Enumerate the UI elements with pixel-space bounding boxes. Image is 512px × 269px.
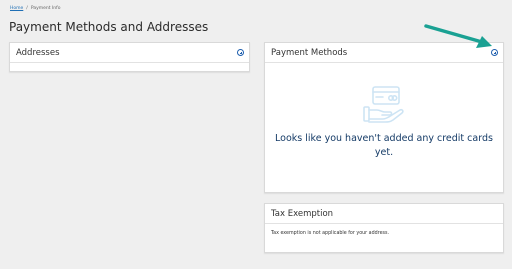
no-credit-cards-message: Looks like you haven't added any credit … [275,133,493,158]
page-title: Payment Methods and Addresses [9,20,209,34]
tax-exemption-message: Tax exemption is not applicable for your… [271,231,390,236]
breadcrumb-home-link[interactable]: Home [10,6,23,11]
credit-card-hand-icon [363,86,404,123]
tax-exemption-title: Tax Exemption [271,208,334,219]
payment-methods-title: Payment Methods [271,47,348,58]
addresses-title: Addresses [16,47,60,58]
tax-exemption-card: Tax Exemption Tax exemption is not appli… [264,203,504,253]
tax-exemption-header: Tax Exemption [265,204,503,224]
breadcrumb-separator: / [26,6,28,11]
payment-methods-card: Payment Methods Looks like you haven't a… [264,42,504,193]
breadcrumb: Home / Payment Info [10,6,60,11]
pointer-arrow-icon [424,24,492,48]
addresses-header: Addresses [10,43,249,63]
payment-empty-state: Looks like you haven't added any credit … [265,85,503,160]
add-address-icon[interactable] [237,49,244,56]
breadcrumb-current: Payment Info [30,6,61,11]
addresses-card: Addresses [9,42,250,72]
